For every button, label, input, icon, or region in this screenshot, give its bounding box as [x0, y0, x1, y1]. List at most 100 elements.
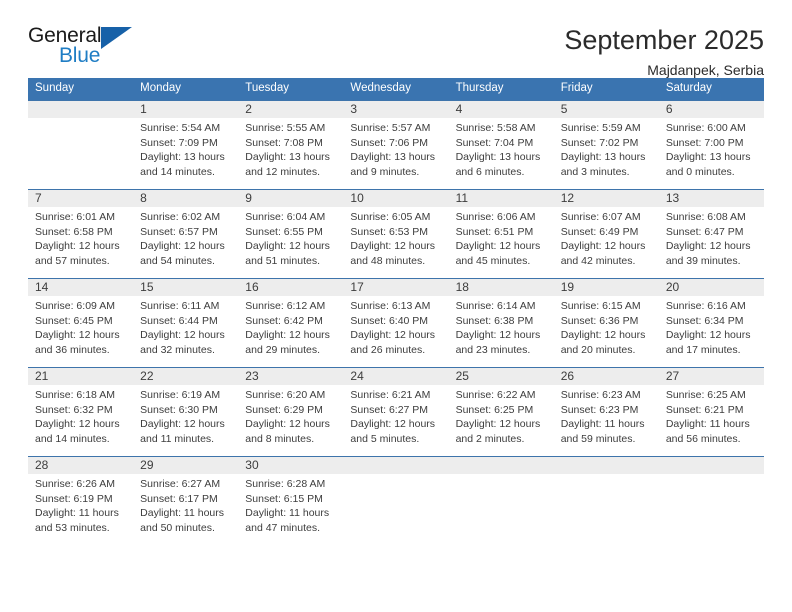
daylight-text-line2: and 11 minutes.	[140, 432, 215, 445]
sunset-text: Sunset: 6:17 PM	[140, 492, 218, 505]
day-details: Sunrise: 6:12 AM Sunset: 6:42 PM Daylight:…	[238, 296, 343, 357]
calendar-day-cell[interactable]: 2 Sunrise: 5:55 AM Sunset: 7:08 PM Daylight…	[238, 100, 344, 190]
day-details: Sunrise: 6:25 AM Sunset: 6:21 PM Daylight:…	[659, 385, 764, 446]
daylight-text-line2: and 12 minutes.	[245, 165, 320, 178]
sunset-text: Sunset: 6:57 PM	[140, 225, 218, 238]
day-details: Sunrise: 5:58 AM Sunset: 7:04 PM Daylight:…	[449, 118, 554, 179]
calendar-day-cell[interactable]: 28 Sunrise: 6:26 AM Sunset: 6:19 PM Dayligh…	[28, 456, 134, 545]
sunset-text: Sunset: 7:00 PM	[665, 136, 744, 149]
sunrise-text: Sunrise: 5:55 AM	[245, 122, 326, 134]
calendar-day-cell[interactable]: 26 Sunrise: 6:23 AM Sunset: 6:23 PM Dayligh…	[553, 367, 659, 457]
calendar-day-cell[interactable]: 5 Sunrise: 5:59 AM Sunset: 7:02 PM Daylight…	[553, 100, 659, 190]
sunrise-text: Sunrise: 6:23 AM	[560, 389, 641, 401]
sunset-text: Sunset: 6:21 PM	[665, 403, 744, 416]
calendar-body: 1 Sunrise: 5:54 AM Sunset: 7:09 PM Daylight…	[28, 100, 764, 545]
day-number: 25	[448, 368, 554, 385]
calendar-day-cell[interactable]: 17 Sunrise: 6:13 AM Sunset: 6:40 PM Dayligh…	[343, 278, 449, 368]
daylight-text-line2: and 20 minutes.	[560, 343, 636, 356]
sunrise-text: Sunrise: 6:08 AM	[665, 211, 746, 223]
sunrise-text: Sunrise: 5:59 AM	[560, 122, 641, 134]
calendar-cell-empty	[553, 456, 659, 545]
sunset-text: Sunset: 6:29 PM	[245, 403, 323, 416]
day-details: Sunrise: 6:08 AM Sunset: 6:47 PM Daylight:…	[659, 207, 764, 268]
calendar-day-cell[interactable]: 22 Sunrise: 6:19 AM Sunset: 6:30 PM Dayligh…	[133, 367, 239, 457]
calendar-day-cell[interactable]: 23 Sunrise: 6:20 AM Sunset: 6:29 PM Dayligh…	[238, 367, 344, 457]
sunset-text: Sunset: 6:23 PM	[560, 403, 639, 416]
day-number: 14	[28, 279, 134, 296]
daylight-text-line2: and 6 minutes.	[455, 165, 525, 178]
sunset-text: Sunset: 6:42 PM	[245, 314, 323, 327]
daylight-text-line2: and 17 minutes.	[665, 343, 741, 356]
calendar-day-cell[interactable]: 29 Sunrise: 6:27 AM Sunset: 6:17 PM Dayligh…	[133, 456, 239, 545]
sunset-text: Sunset: 7:08 PM	[245, 136, 323, 149]
calendar-day-cell[interactable]: 20 Sunrise: 6:16 AM Sunset: 6:34 PM Dayligh…	[658, 278, 764, 368]
day-number: 3	[343, 101, 449, 118]
weekday-header-friday: Friday	[553, 78, 659, 101]
general-blue-logo[interactable]: General Blue	[28, 24, 148, 72]
sunset-text: Sunset: 6:51 PM	[455, 225, 534, 238]
calendar-day-cell[interactable]: 11 Sunrise: 6:06 AM Sunset: 6:51 PM Dayligh…	[448, 189, 554, 279]
logo-triangle-icon	[101, 27, 132, 49]
day-details: Sunrise: 6:19 AM Sunset: 6:30 PM Daylight:…	[133, 385, 238, 446]
day-number	[553, 457, 659, 474]
day-details: Sunrise: 6:00 AM Sunset: 7:00 PM Daylight:…	[659, 118, 764, 179]
calendar-day-cell[interactable]: 13 Sunrise: 6:08 AM Sunset: 6:47 PM Dayligh…	[658, 189, 764, 279]
daylight-text-line1: Daylight: 12 hours	[350, 240, 436, 253]
calendar-day-cell[interactable]: 12 Sunrise: 6:07 AM Sunset: 6:49 PM Dayligh…	[553, 189, 659, 279]
page-subtitle: Majdanpek, Serbia	[647, 62, 764, 78]
day-number: 19	[553, 279, 659, 296]
day-number	[448, 457, 554, 474]
sunrise-text: Sunrise: 6:14 AM	[455, 300, 536, 312]
calendar-day-cell[interactable]: 14 Sunrise: 6:09 AM Sunset: 6:45 PM Dayligh…	[28, 278, 134, 368]
calendar-cell-empty	[448, 456, 554, 545]
calendar-day-cell[interactable]: 19 Sunrise: 6:15 AM Sunset: 6:36 PM Dayligh…	[553, 278, 659, 368]
calendar-day-cell[interactable]: 21 Sunrise: 6:18 AM Sunset: 6:32 PM Dayligh…	[28, 367, 134, 457]
calendar-header-row: Sunday Monday Tuesday Wednesday Thursday…	[28, 78, 764, 101]
calendar-day-cell[interactable]: 1 Sunrise: 5:54 AM Sunset: 7:09 PM Daylight…	[133, 100, 239, 190]
day-number	[658, 457, 764, 474]
daylight-text-line2: and 56 minutes.	[665, 432, 741, 445]
calendar-day-cell[interactable]: 15 Sunrise: 6:11 AM Sunset: 6:44 PM Dayligh…	[133, 278, 239, 368]
calendar-day-cell[interactable]: 4 Sunrise: 5:58 AM Sunset: 7:04 PM Daylight…	[448, 100, 554, 190]
day-details: Sunrise: 5:55 AM Sunset: 7:08 PM Daylight:…	[238, 118, 343, 179]
daylight-text-line2: and 47 minutes.	[245, 521, 320, 534]
calendar-day-cell[interactable]: 18 Sunrise: 6:14 AM Sunset: 6:38 PM Dayligh…	[448, 278, 554, 368]
calendar-day-cell[interactable]: 27 Sunrise: 6:25 AM Sunset: 6:21 PM Dayligh…	[658, 367, 764, 457]
daylight-text-line2: and 8 minutes.	[245, 432, 315, 445]
daylight-text-line1: Daylight: 12 hours	[665, 329, 751, 342]
day-number: 1	[133, 101, 239, 118]
daylight-text-line1: Daylight: 13 hours	[560, 151, 646, 164]
calendar-day-cell[interactable]: 8 Sunrise: 6:02 AM Sunset: 6:57 PM Daylight…	[133, 189, 239, 279]
calendar-day-cell[interactable]: 24 Sunrise: 6:21 AM Sunset: 6:27 PM Dayligh…	[343, 367, 449, 457]
sunset-text: Sunset: 6:49 PM	[560, 225, 639, 238]
daylight-text-line1: Daylight: 12 hours	[140, 329, 225, 342]
calendar-day-cell[interactable]: 7 Sunrise: 6:01 AM Sunset: 6:58 PM Daylight…	[28, 189, 134, 279]
sunrise-text: Sunrise: 6:00 AM	[665, 122, 746, 134]
day-details: Sunrise: 6:13 AM Sunset: 6:40 PM Daylight:…	[343, 296, 448, 357]
sunset-text: Sunset: 6:58 PM	[35, 225, 113, 238]
daylight-text-line2: and 45 minutes.	[455, 254, 531, 267]
calendar-day-cell[interactable]: 16 Sunrise: 6:12 AM Sunset: 6:42 PM Dayligh…	[238, 278, 344, 368]
sunrise-text: Sunrise: 6:22 AM	[455, 389, 536, 401]
day-number: 11	[448, 190, 554, 207]
daylight-text-line2: and 59 minutes.	[560, 432, 636, 445]
day-details: Sunrise: 6:11 AM Sunset: 6:44 PM Daylight:…	[133, 296, 238, 357]
calendar-week-row: 28 Sunrise: 6:26 AM Sunset: 6:19 PM Dayligh…	[28, 456, 764, 545]
calendar-day-cell[interactable]: 10 Sunrise: 6:05 AM Sunset: 6:53 PM Dayligh…	[343, 189, 449, 279]
calendar-day-cell[interactable]: 9 Sunrise: 6:04 AM Sunset: 6:55 PM Daylight…	[238, 189, 344, 279]
sunset-text: Sunset: 6:27 PM	[350, 403, 429, 416]
day-details: Sunrise: 6:14 AM Sunset: 6:38 PM Daylight:…	[449, 296, 554, 357]
calendar-day-cell[interactable]: 3 Sunrise: 5:57 AM Sunset: 7:06 PM Daylight…	[343, 100, 449, 190]
daylight-text-line2: and 39 minutes.	[665, 254, 741, 267]
calendar-day-cell[interactable]: 6 Sunrise: 6:00 AM Sunset: 7:00 PM Daylight…	[658, 100, 764, 190]
page-title: September 2025	[564, 25, 764, 55]
daylight-text-line1: Daylight: 11 hours	[245, 507, 330, 520]
daylight-text-line1: Daylight: 12 hours	[455, 418, 541, 431]
daylight-text-line1: Daylight: 12 hours	[350, 329, 436, 342]
daylight-text-line2: and 14 minutes.	[140, 165, 215, 178]
daylight-text-line2: and 57 minutes.	[35, 254, 110, 267]
sunset-text: Sunset: 6:36 PM	[560, 314, 639, 327]
logo-text-blue: Blue	[59, 44, 101, 67]
calendar-day-cell[interactable]: 25 Sunrise: 6:22 AM Sunset: 6:25 PM Dayligh…	[448, 367, 554, 457]
calendar-day-cell[interactable]: 30 Sunrise: 6:28 AM Sunset: 6:15 PM Dayligh…	[238, 456, 344, 545]
